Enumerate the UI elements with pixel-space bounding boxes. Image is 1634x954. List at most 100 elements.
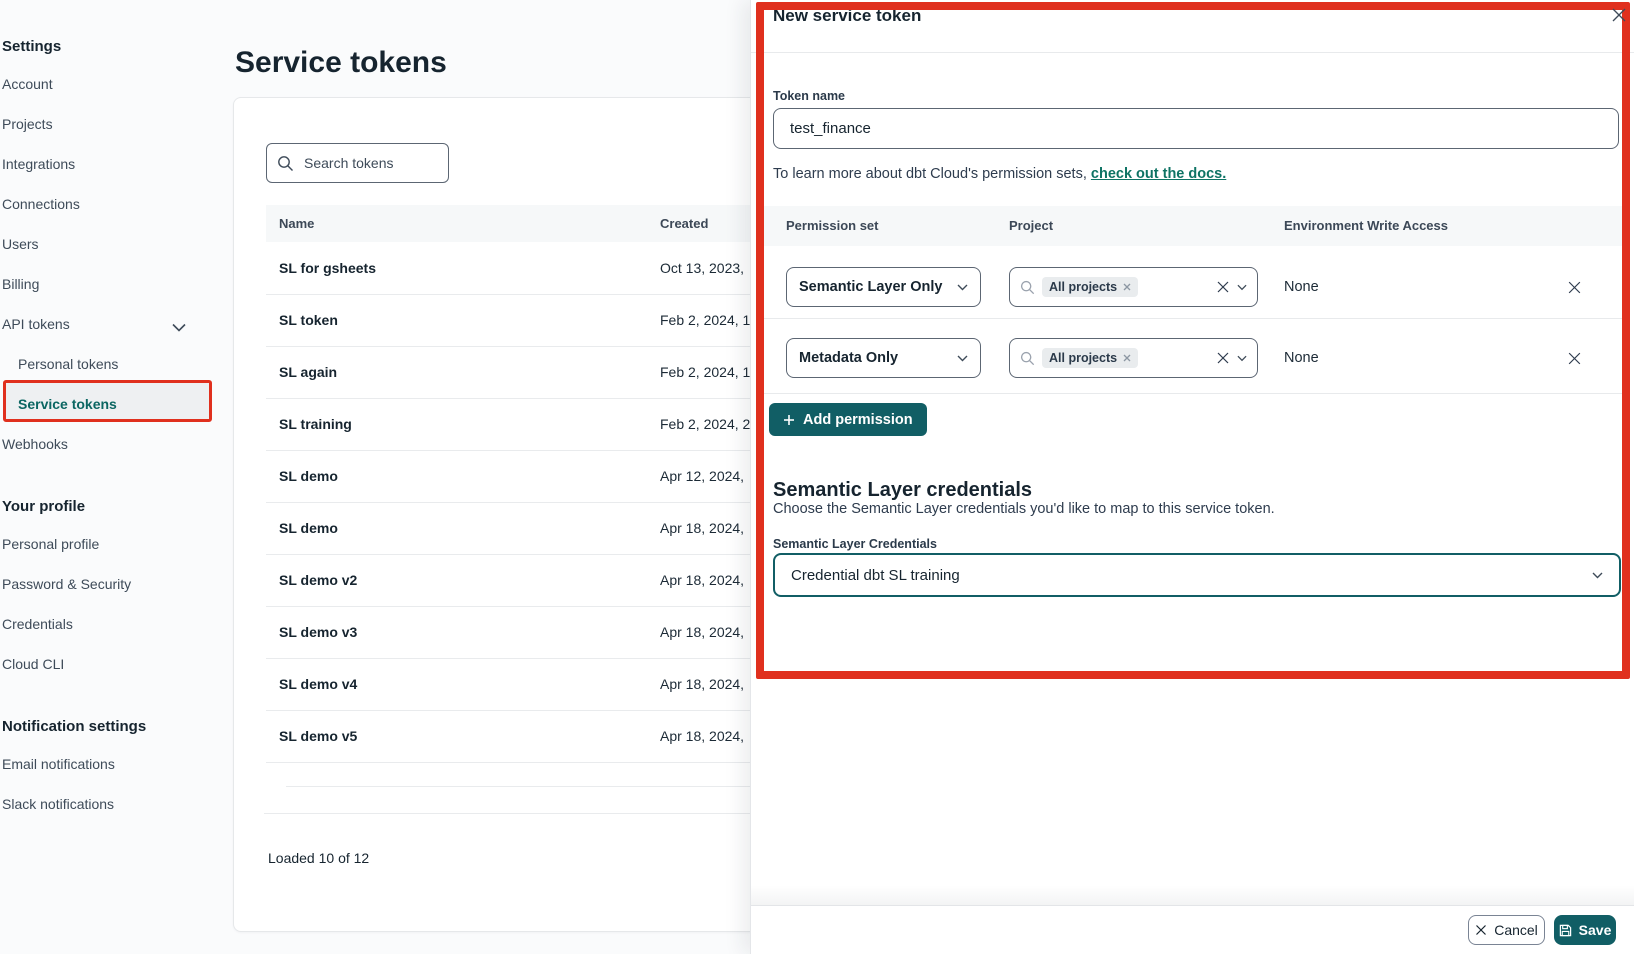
sidebar-item-personal-tokens[interactable]: Personal tokens xyxy=(18,356,118,372)
sidebar-item-email-notifications[interactable]: Email notifications xyxy=(2,756,115,772)
close-icon xyxy=(1475,924,1487,936)
token-name: SL demo xyxy=(266,468,660,484)
add-permission-label: Add permission xyxy=(803,412,913,428)
sidebar-item-cloud-cli[interactable]: Cloud CLI xyxy=(2,656,64,672)
permission-set-value: Metadata Only xyxy=(799,350,898,366)
sidebar-item-users[interactable]: Users xyxy=(2,236,39,252)
project-multiselect[interactable]: All projects xyxy=(1009,338,1258,378)
chip-remove-icon[interactable] xyxy=(1123,283,1131,291)
project-chip: All projects xyxy=(1042,277,1138,297)
column-header-env-write-access: Environment Write Access xyxy=(1284,218,1448,233)
column-header-permission-set: Permission set xyxy=(786,218,879,233)
chevron-down-icon xyxy=(1237,355,1247,362)
column-header-name: Name xyxy=(266,216,660,231)
divider xyxy=(751,905,1634,906)
add-permission-button[interactable]: Add permission xyxy=(769,403,927,436)
column-header-created: Created xyxy=(660,216,708,231)
chevron-down-icon xyxy=(1592,572,1603,579)
clear-selection-icon[interactable] xyxy=(1216,351,1230,365)
token-name: SL demo v4 xyxy=(266,676,660,692)
save-disk-icon xyxy=(1559,924,1572,937)
footer-shadow xyxy=(751,885,1634,905)
notification-settings-heading: Notification settings xyxy=(2,718,146,735)
app-window: Settings Account Projects Integrations C… xyxy=(0,0,1634,954)
save-button[interactable]: Save xyxy=(1554,915,1616,945)
semantic-layer-credentials-description: Choose the Semantic Layer credentials yo… xyxy=(773,501,1275,517)
project-multiselect[interactable]: All projects xyxy=(1009,267,1258,307)
settings-heading: Settings xyxy=(2,38,61,55)
cancel-button[interactable]: Cancel xyxy=(1468,915,1545,945)
token-created: Feb 2, 2024, 1 xyxy=(660,364,750,380)
token-created: Apr 18, 2024, xyxy=(660,676,744,692)
token-name: SL demo v5 xyxy=(266,728,660,744)
token-created: Feb 2, 2024, 2 xyxy=(660,416,750,432)
search-input[interactable] xyxy=(302,154,426,172)
token-name: SL demo v2 xyxy=(266,572,660,588)
permission-set-value: Semantic Layer Only xyxy=(799,279,942,295)
permission-set-select[interactable]: Semantic Layer Only xyxy=(786,267,981,307)
token-name: SL demo xyxy=(266,520,660,536)
docs-text: To learn more about dbt Cloud's permissi… xyxy=(773,166,1091,182)
permission-set-select[interactable]: Metadata Only xyxy=(786,338,981,378)
sidebar-item-account[interactable]: Account xyxy=(2,76,53,92)
cancel-label: Cancel xyxy=(1494,922,1538,938)
drawer-title: New service token xyxy=(773,6,921,26)
token-name-input[interactable] xyxy=(773,108,1619,149)
token-name: SL demo v3 xyxy=(266,624,660,640)
sidebar-item-credentials[interactable]: Credentials xyxy=(2,616,73,632)
chevron-down-icon xyxy=(172,319,186,337)
token-created: Apr 18, 2024, xyxy=(660,728,744,744)
api-tokens-label: API tokens xyxy=(2,316,70,332)
sidebar-item-service-tokens[interactable]: Service tokens xyxy=(18,396,117,412)
search-icon xyxy=(1020,351,1035,366)
sidebar-item-api-tokens[interactable]: API tokens xyxy=(2,316,70,332)
token-created: Apr 18, 2024, xyxy=(660,572,744,588)
permission-table-header: Permission set Project Environment Write… xyxy=(763,206,1623,246)
semantic-layer-credentials-heading: Semantic Layer credentials xyxy=(773,479,1032,502)
docs-sentence: To learn more about dbt Cloud's permissi… xyxy=(773,166,1226,182)
env-write-access-value: None xyxy=(1284,279,1319,295)
env-write-access-value: None xyxy=(1284,350,1319,366)
token-created: Feb 2, 2024, 1 xyxy=(660,312,750,328)
chip-remove-icon[interactable] xyxy=(1123,354,1131,362)
credential-value: Credential dbt SL training xyxy=(791,567,960,584)
sidebar-item-personal-profile[interactable]: Personal profile xyxy=(2,536,99,552)
token-created: Oct 13, 2023, xyxy=(660,260,744,276)
sidebar-item-billing[interactable]: Billing xyxy=(2,276,39,292)
save-label: Save xyxy=(1579,922,1612,938)
chip-label: All projects xyxy=(1049,280,1117,294)
chip-label: All projects xyxy=(1049,351,1117,365)
sidebar-item-connections[interactable]: Connections xyxy=(2,196,80,212)
search-tokens-box[interactable] xyxy=(266,143,449,183)
semantic-layer-credentials-label: Semantic Layer Credentials xyxy=(773,537,937,551)
page-title: Service tokens xyxy=(235,46,447,80)
divider xyxy=(751,52,1634,53)
token-name-label: Token name xyxy=(773,89,845,103)
chevron-down-icon xyxy=(957,284,968,291)
remove-permission-icon[interactable] xyxy=(1563,347,1585,369)
loaded-status: Loaded 10 of 12 xyxy=(268,850,369,866)
sidebar-item-integrations[interactable]: Integrations xyxy=(2,156,75,172)
token-created: Apr 18, 2024, xyxy=(660,520,744,536)
remove-permission-icon[interactable] xyxy=(1563,276,1585,298)
divider xyxy=(763,393,1623,394)
clear-selection-icon[interactable] xyxy=(1216,280,1230,294)
project-chip: All projects xyxy=(1042,348,1138,368)
close-icon[interactable] xyxy=(1609,5,1629,25)
docs-link[interactable]: check out the docs. xyxy=(1091,166,1226,182)
sidebar-item-projects[interactable]: Projects xyxy=(2,116,53,132)
search-icon xyxy=(277,155,294,172)
token-created: Apr 18, 2024, xyxy=(660,624,744,640)
new-service-token-drawer: New service token Token name To learn mo… xyxy=(750,0,1634,954)
chevron-down-icon xyxy=(1237,284,1247,291)
token-name: SL again xyxy=(266,364,660,380)
sidebar-item-webhooks[interactable]: Webhooks xyxy=(2,436,68,452)
sidebar-item-password-security[interactable]: Password & Security xyxy=(2,576,131,592)
semantic-layer-credentials-select[interactable]: Credential dbt SL training xyxy=(773,553,1621,597)
token-name: SL training xyxy=(266,416,660,432)
settings-sidebar: Settings Account Projects Integrations C… xyxy=(0,0,222,954)
token-name: SL token xyxy=(266,312,660,328)
plus-icon xyxy=(783,414,795,426)
sidebar-item-slack-notifications[interactable]: Slack notifications xyxy=(2,796,114,812)
search-icon xyxy=(1020,280,1035,295)
